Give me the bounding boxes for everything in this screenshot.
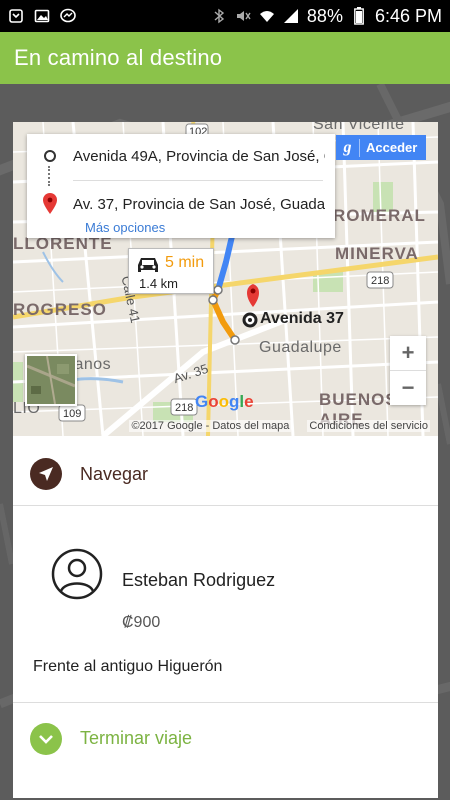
sign-in-button[interactable]: g Acceder <box>336 135 426 160</box>
end-trip-button[interactable]: Terminar viaje <box>13 702 438 770</box>
trip-card: 102 218 218 109 LLORENTE ROGRESO ROMERAL… <box>13 122 438 798</box>
origin-row[interactable]: Avenida 49A, Provincia de San José, Cost… <box>27 136 335 176</box>
battery-icon <box>351 7 367 25</box>
eta-distance: 1.4 km <box>139 276 179 291</box>
clock: 6:46 PM <box>374 5 442 26</box>
wifi-icon <box>259 8 275 24</box>
google-g-icon: g <box>336 138 360 157</box>
passenger-name: Esteban Rodriguez <box>122 570 276 590</box>
navigation-arrow-icon <box>30 458 62 490</box>
page-title: En camino al destino <box>14 45 223 70</box>
status-bar: 88% 6:46 PM <box>0 0 450 32</box>
place-label-minerva: MINERVA <box>335 244 419 263</box>
zoom-controls: + − <box>390 336 426 405</box>
navigate-label: Navegar <box>80 464 149 484</box>
origin-circle-icon <box>44 150 56 162</box>
road-shield-218-east: 218 <box>371 275 389 287</box>
image-icon <box>34 8 50 24</box>
place-label-romeral: ROMERAL <box>333 206 426 225</box>
origin-address: Avenida 49A, Provincia de San José, Cost… <box>73 147 325 165</box>
chevron-down-icon <box>30 723 62 755</box>
more-options-link[interactable]: Más opciones <box>85 220 165 235</box>
route-map[interactable]: 102 218 218 109 LLORENTE ROGRESO ROMERAL… <box>13 122 438 436</box>
destination-pin-icon <box>43 193 57 214</box>
app-bar: En camino al destino <box>0 32 450 84</box>
route-dots <box>48 166 51 186</box>
car-icon <box>138 258 158 272</box>
phone-icon <box>8 8 24 24</box>
mute-icon <box>235 8 251 24</box>
bluetooth-icon <box>211 8 227 24</box>
end-trip-label: Terminar viaje <box>80 728 193 748</box>
destination-map-label: Avenida 37 <box>260 310 344 327</box>
battery-percent: 88% <box>306 5 343 26</box>
satellite-thumbnail-icon <box>27 356 75 404</box>
map-attribution: ©2017 Google - Datos del mapa Condicione… <box>13 416 438 436</box>
directions-panel[interactable]: Avenida 49A, Provincia de San José, Cost… <box>27 134 335 238</box>
place-label-guadalupe: Guadalupe <box>259 339 342 356</box>
trip-fare: ₡900 <box>122 614 161 631</box>
place-label-rogreso: ROGRESO <box>13 300 107 319</box>
map-data-credit[interactable]: ©2017 Google - Datos del mapa <box>129 420 292 432</box>
terms-link[interactable]: Condiciones del servicio <box>307 420 430 432</box>
passenger-avatar-icon <box>51 548 103 600</box>
place-label-san-vicente: San Vicente <box>313 122 405 133</box>
messenger-icon <box>60 8 76 24</box>
eta-minutes: 5 min <box>165 254 205 271</box>
satellite-toggle[interactable] <box>25 354 77 406</box>
directions-divider <box>73 180 323 181</box>
eta-bubble: 5 min 1.4 km <box>128 248 214 294</box>
pickup-reference: Frente al antiguo Higuerón <box>33 658 223 675</box>
signal-icon <box>283 8 299 24</box>
google-logo: Google <box>195 392 254 411</box>
destination-row[interactable]: Av. 37, Provincia de San José, Guadalupe <box>27 184 335 224</box>
road-shield-218-south: 218 <box>175 402 193 414</box>
sign-in-label: Acceder <box>366 140 418 155</box>
zoom-in-button[interactable]: + <box>390 336 426 370</box>
navigate-button[interactable]: Navegar <box>13 444 438 506</box>
zoom-out-button[interactable]: − <box>390 371 426 405</box>
destination-address: Av. 37, Provincia de San José, Guadalupe <box>73 195 325 213</box>
